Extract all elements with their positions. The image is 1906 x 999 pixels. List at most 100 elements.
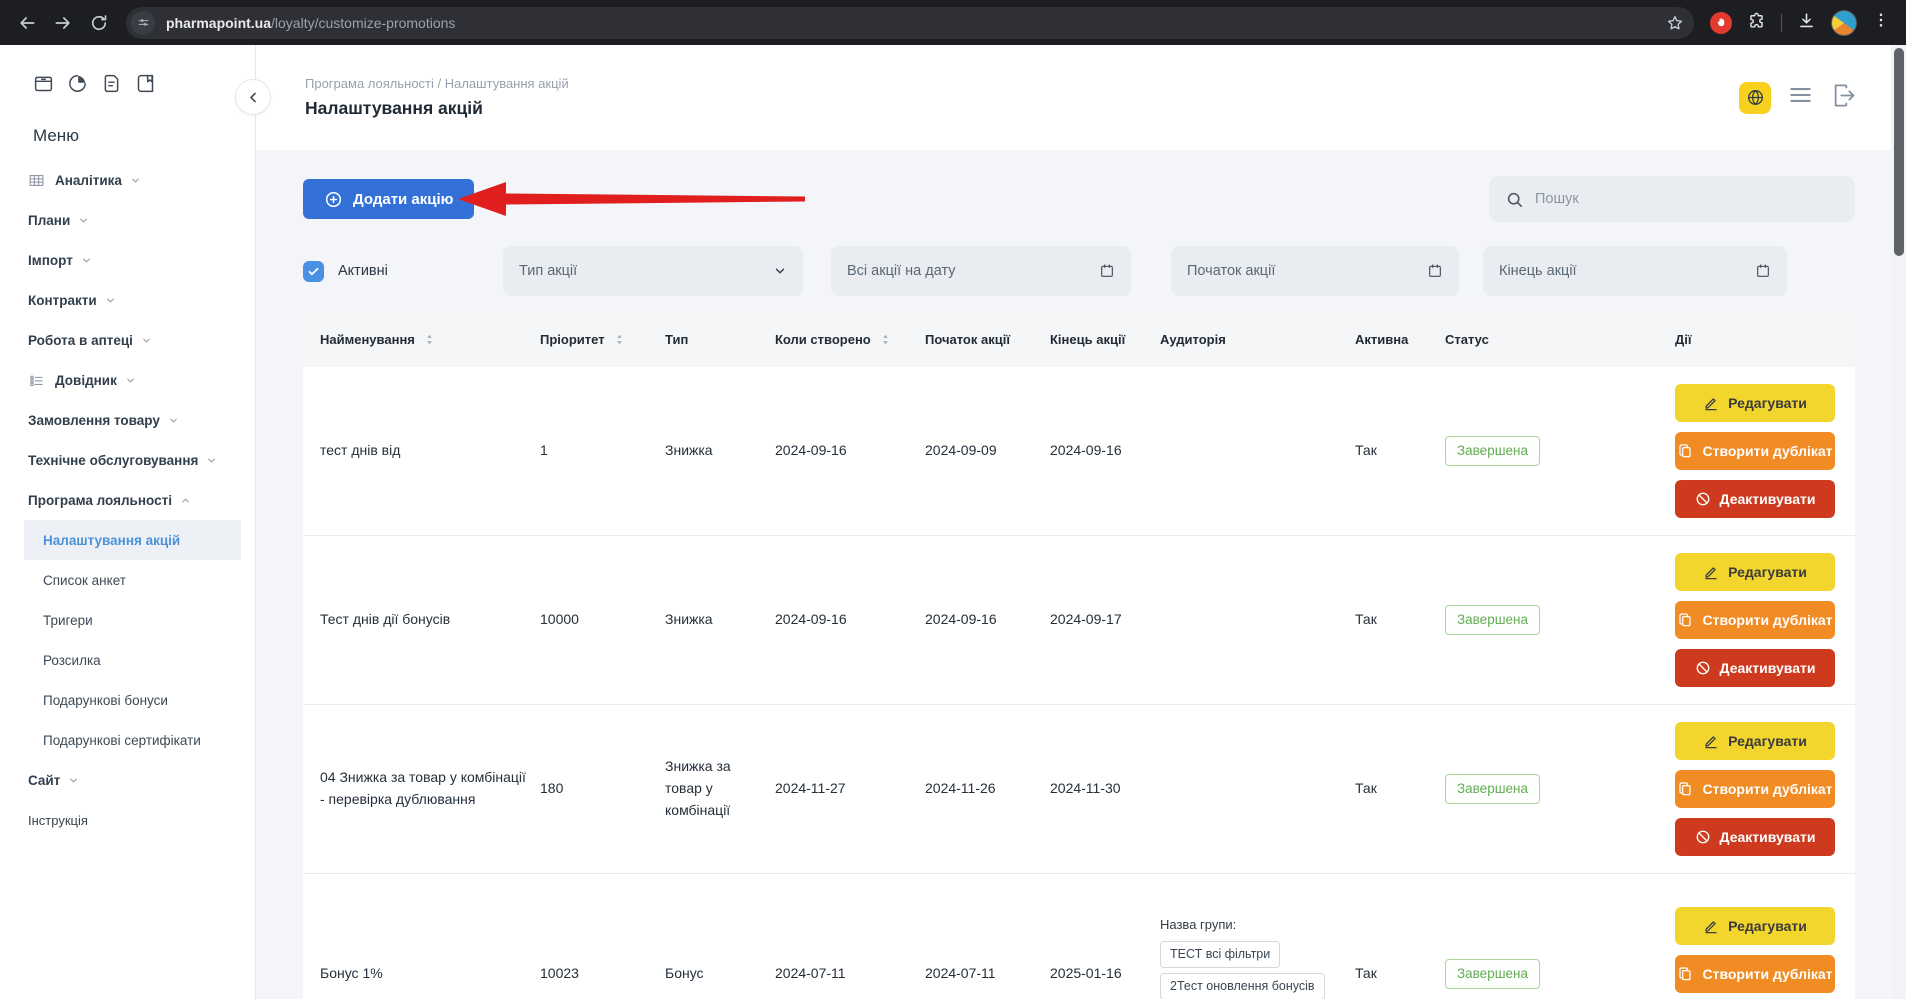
menu-toggle-button[interactable] [1786,82,1815,113]
hand-icon [1715,16,1728,29]
chevron-down-icon [206,455,217,466]
sidebar-item[interactable]: Інструкція [0,800,255,840]
status-badge: Завершена [1445,774,1540,805]
active-cell: Так [1355,609,1445,631]
scrollbar-thumb[interactable] [1894,48,1904,256]
sidebar-item[interactable]: Замовлення товару [0,400,255,440]
deactivate-button[interactable]: Деактивувати [1675,649,1835,687]
sidebar-item[interactable]: Налаштування акцій [24,520,241,560]
reload-button[interactable] [82,6,116,40]
duplicate-button[interactable]: Створити дублікат [1675,432,1835,470]
duplicate-button[interactable]: Створити дублікат [1675,955,1835,993]
add-promotion-button[interactable]: Додати акцію [303,179,474,219]
sort-icon[interactable] [612,332,627,347]
sidebar-item[interactable]: Список анкет [24,560,241,600]
sidebar-item[interactable]: Тригери [24,600,241,640]
page-scrollbar[interactable] [1891,45,1906,999]
three-dots-icon [1872,11,1890,29]
actions-cell: РедагуватиСтворити дублікатДеактивувати [1675,907,1855,999]
profile-avatar[interactable] [1831,10,1857,36]
end-date-cell: 2025-01-16 [1050,963,1160,985]
sidebar-item[interactable]: Сайт [0,760,255,800]
end-date-picker[interactable]: Кінець акції [1483,246,1787,296]
sidebar-collapse-button[interactable] [235,79,271,115]
status-badge: Завершена [1445,436,1540,467]
ban-icon [1695,491,1711,507]
sidebar-item[interactable]: Подарункові бонуси [24,680,241,720]
end-date-cell: 2024-11-30 [1050,778,1160,800]
url-bar[interactable]: pharmapoint.ua/loyalty/customize-promoti… [126,7,1694,39]
deactivate-button[interactable]: Деактивувати [1675,480,1835,518]
downloads-button[interactable] [1797,11,1816,35]
column-header[interactable]: Пріоритет [540,332,665,347]
logout-button[interactable] [1830,82,1857,114]
status-badge: Завершена [1445,959,1540,990]
deactivate-button-label: Деактивувати [1720,491,1816,507]
deactivate-button-label: Деактивувати [1720,829,1816,845]
sidebar-item[interactable]: Імпорт [0,240,255,280]
check-icon [307,265,320,278]
audience-group-chip: ТЕСТ всі фільтри [1160,941,1280,968]
duplicate-button[interactable]: Створити дублікат [1675,601,1835,639]
promo-type-select[interactable]: Тип акції [503,246,803,296]
sidebar-item[interactable]: Аналітика [0,160,255,200]
active-cell: Так [1355,440,1445,462]
chevron-down-icon [130,175,141,186]
sort-icon[interactable] [878,332,893,347]
sidebar-item[interactable]: Довідник [0,360,255,400]
start-date-picker[interactable]: Початок акції [1171,246,1459,296]
pie-chart-icon[interactable] [67,73,88,94]
forward-button[interactable] [46,6,80,40]
reload-icon [89,13,109,33]
column-header-label: Активна [1355,332,1408,347]
column-header[interactable]: Коли створено [775,332,925,347]
sidebar-item[interactable]: Технічне обслуговування [0,440,255,480]
chevron-down-icon [105,295,116,306]
language-button[interactable] [1739,82,1771,114]
edit-button[interactable]: Редагувати [1675,553,1835,591]
duplicate-button-label: Створити дублікат [1702,781,1832,797]
archive-box-icon[interactable] [33,73,54,94]
sidebar-item[interactable]: Плани [0,200,255,240]
bookmark-button[interactable] [1662,10,1688,36]
edit-button[interactable]: Редагувати [1675,907,1835,945]
menu-title: Меню [33,126,255,146]
column-header-label: Кінець акції [1050,332,1125,347]
edit-button[interactable]: Редагувати [1675,722,1835,760]
sidebar-item[interactable]: Подарункові сертифікати [24,720,241,760]
edit-button[interactable]: Редагувати [1675,384,1835,422]
ban-icon [1695,829,1711,845]
book-icon[interactable] [135,73,156,94]
site-info-button[interactable] [131,11,155,35]
search-box[interactable] [1489,176,1855,222]
all-on-date-placeholder: Всі акції на дату [847,263,1099,279]
column-header[interactable]: Найменування [303,332,540,347]
sidebar-item[interactable]: Робота в аптеці [0,320,255,360]
all-on-date-picker[interactable]: Всі акції на дату [831,246,1131,296]
start-date-cell: 2024-09-09 [925,440,1050,462]
deactivate-button[interactable]: Деактивувати [1675,818,1835,856]
chevron-left-icon [246,90,261,105]
back-button[interactable] [10,6,44,40]
document-icon[interactable] [101,73,122,94]
column-header: Аудиторія [1160,332,1355,347]
duplicate-button[interactable]: Створити дублікат [1675,770,1835,808]
chevron-down-icon [125,375,136,386]
sort-icon[interactable] [422,332,437,347]
status-cell: Завершена [1445,959,1675,990]
extensions-button[interactable] [1747,11,1766,35]
search-input[interactable] [1535,191,1839,207]
sidebar-item[interactable]: Контракти [0,280,255,320]
column-header-label: Пріоритет [540,332,605,347]
adblock-extension-button[interactable] [1710,12,1732,34]
grid-icon [28,172,45,189]
sidebar-item[interactable]: Програма лояльності [0,480,255,520]
active-checkbox[interactable] [303,261,324,282]
back-icon [17,13,37,33]
end-date-cell: 2024-09-16 [1050,440,1160,462]
browser-menu-button[interactable] [1872,11,1890,34]
edit-button-label: Редагувати [1728,918,1807,934]
calendar-icon [1755,263,1771,279]
sidebar-item[interactable]: Розсилка [24,640,241,680]
start-date-cell: 2024-09-16 [925,609,1050,631]
